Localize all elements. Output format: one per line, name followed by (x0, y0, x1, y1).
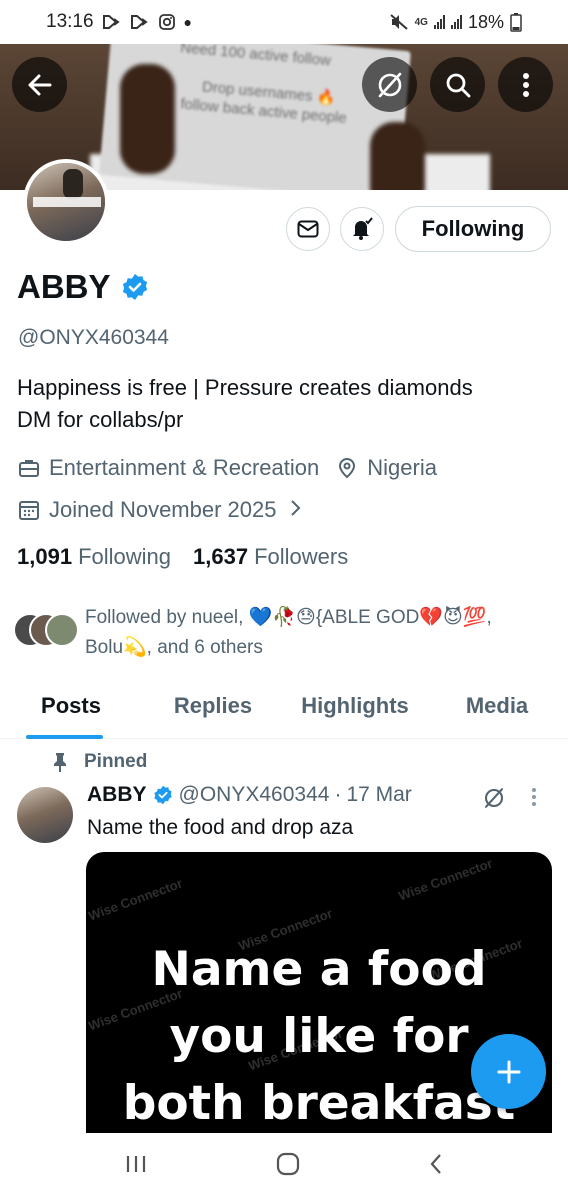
profile-avatar[interactable] (23, 159, 109, 245)
bio-line: Happiness is free | Pressure creates dia… (17, 375, 473, 400)
briefcase-icon (17, 456, 41, 480)
profile-joined: Joined November 2025 (49, 497, 277, 522)
notifications-button[interactable] (340, 207, 384, 251)
display-name-row: ABBY (17, 268, 149, 306)
tab-posts[interactable]: Posts (0, 683, 142, 739)
bell-icon (353, 217, 373, 240)
search-button[interactable] (430, 57, 485, 112)
post-text: Name the food and drop aza (87, 816, 354, 839)
profile-stats: 1,091 Following 1,637 Followers (17, 544, 348, 570)
grok-button[interactable] (362, 57, 417, 112)
recent-apps-icon (126, 1155, 145, 1172)
battery-percentage: 18% (467, 11, 504, 32)
back-button[interactable] (12, 57, 67, 112)
followed-by-avatars (13, 613, 81, 649)
message-button[interactable] (286, 207, 330, 251)
post-author-handle: @ONYX460344 (178, 783, 330, 806)
profile-tabs: Posts Replies Highlights Media (0, 683, 568, 739)
banner-hand-shape (370, 122, 425, 190)
profile-bio: Happiness is free | Pressure creates dia… (17, 372, 557, 436)
media-caption-line: Name a food (151, 942, 487, 997)
verified-badge-icon (153, 785, 172, 805)
instagram-icon (158, 13, 176, 31)
post-author-name[interactable]: ABBY (87, 783, 147, 807)
following-button[interactable]: Following (395, 206, 551, 252)
grok-icon (378, 72, 401, 97)
post-more-button[interactable] (530, 786, 538, 813)
profile-location: Nigeria (367, 455, 437, 480)
profile-category: Entertainment & Recreation (49, 455, 320, 480)
signal-icon (433, 15, 445, 29)
pinned-label: Pinned (84, 751, 148, 772)
post-date: 17 Mar (346, 783, 412, 806)
dot-icon: ● (183, 14, 193, 30)
home-button[interactable] (275, 1151, 301, 1182)
pinned-indicator: Pinned (52, 751, 147, 773)
more-options-button[interactable] (498, 57, 553, 112)
profile-handle: @ONYX460344 (18, 326, 169, 349)
more-vertical-icon (522, 72, 529, 97)
following-stat[interactable]: 1,091 Following (17, 544, 171, 570)
status-bar: 13:16 ● 4G 18% (0, 0, 568, 44)
watermark-text: Wise Connector (86, 875, 185, 924)
post-header: ABBY @ONYX460344 · 17 Mar (87, 783, 412, 807)
mail-icon (297, 220, 319, 238)
grok-icon (484, 788, 504, 808)
followed-by-row[interactable]: Followed by nueel, 💙🥀😓{ABLE GOD💔😈💯, Bolu… (13, 603, 555, 663)
home-icon (276, 1152, 300, 1175)
tab-replies[interactable]: Replies (142, 683, 284, 738)
calendar-icon (17, 498, 41, 522)
recent-apps-button[interactable] (124, 1153, 148, 1180)
post-grok-button[interactable] (482, 786, 506, 815)
search-icon (446, 73, 470, 97)
banner-hand-shape (120, 64, 175, 174)
verified-badge-icon[interactable] (121, 273, 149, 301)
bio-line: DM for collabs/pr (17, 407, 184, 432)
display-name: ABBY (17, 268, 111, 305)
media-notification-icon (102, 14, 122, 30)
media-notification-icon (130, 14, 150, 30)
profile-meta-row: Entertainment & Recreation Nigeria (17, 455, 437, 481)
compose-button[interactable] (471, 1034, 546, 1109)
battery-charging-icon (510, 12, 522, 32)
chevron-left-icon (430, 1153, 442, 1174)
chevron-right-icon (290, 497, 302, 523)
pin-icon (54, 753, 66, 772)
location-pin-icon (335, 456, 359, 480)
post-author-avatar[interactable] (17, 787, 73, 843)
banner-sign-text: Need 100 active follow (179, 44, 332, 70)
tab-media[interactable]: Media (426, 683, 568, 738)
system-navigation-bar (0, 1133, 568, 1199)
post-separator: · (334, 783, 342, 806)
followed-by-text: Followed by nueel, 💙🥀😓{ABLE GOD💔😈💯, Bolu… (85, 607, 492, 658)
following-label: Following (78, 544, 171, 569)
followers-stat[interactable]: 1,637 Followers (193, 544, 348, 570)
avatar (45, 613, 79, 647)
arrow-left-icon (28, 74, 51, 95)
watermark-text: Wise Connector (396, 855, 495, 904)
network-type-label: 4G (414, 16, 428, 28)
more-vertical-icon (532, 788, 536, 806)
back-nav-button[interactable] (428, 1152, 444, 1181)
profile-joined-row[interactable]: Joined November 2025 (17, 497, 302, 523)
mute-icon (389, 13, 409, 31)
followers-label: Followers (254, 544, 349, 569)
signal-icon (450, 15, 462, 29)
followers-count: 1,637 (193, 544, 249, 569)
following-count: 1,091 (17, 544, 73, 569)
status-time: 13:16 (46, 11, 94, 32)
tab-highlights[interactable]: Highlights (284, 683, 426, 738)
plus-icon (497, 1060, 520, 1083)
